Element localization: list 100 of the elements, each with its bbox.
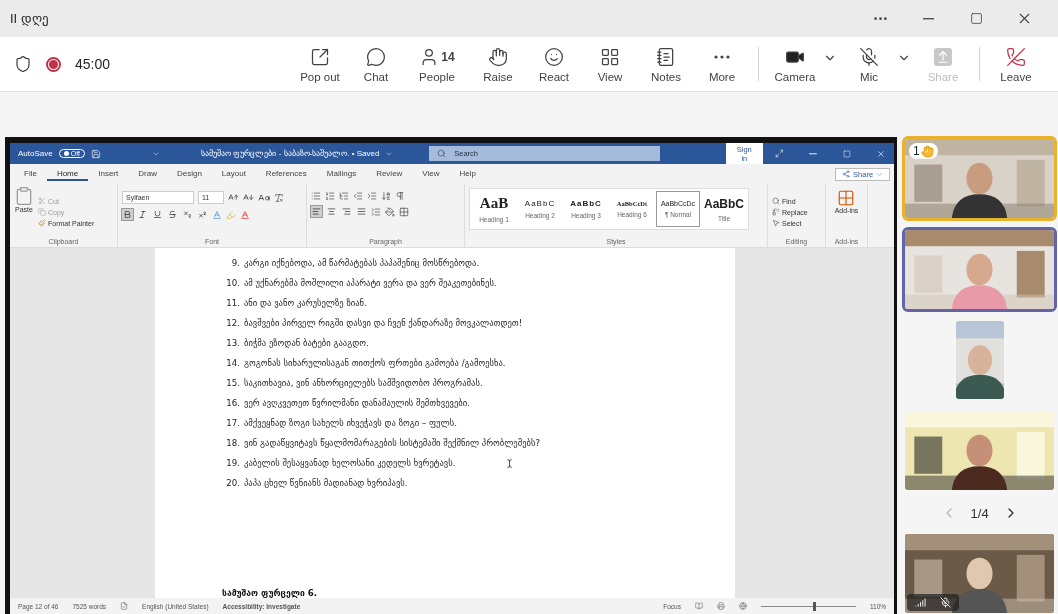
ribbon-tab[interactable]: Design bbox=[166, 167, 212, 181]
list-number: 19. bbox=[225, 458, 240, 468]
read-mode-icon bbox=[694, 602, 703, 610]
list-number: 12. bbox=[225, 318, 240, 328]
popout-button[interactable]: Pop out bbox=[292, 45, 348, 83]
share-icon bbox=[934, 47, 952, 66]
ribbon-tab[interactable]: Home bbox=[46, 167, 89, 181]
clear-formatting-icon bbox=[274, 192, 284, 203]
list-number: 18. bbox=[225, 438, 240, 448]
italic-button[interactable] bbox=[137, 209, 148, 220]
pop-out-icon bbox=[310, 46, 330, 67]
text-effects-icon bbox=[212, 209, 222, 220]
mic-off-icon bbox=[940, 597, 952, 608]
ribbon-tab[interactable]: View bbox=[412, 167, 450, 181]
font-color-icon bbox=[240, 209, 250, 220]
print-layout-icon bbox=[716, 602, 725, 610]
people-button[interactable]: 14 People bbox=[404, 45, 470, 83]
align-center-button[interactable] bbox=[326, 206, 337, 217]
list-number: 15. bbox=[225, 378, 240, 388]
list-number: 13. bbox=[225, 338, 240, 348]
smiley-icon bbox=[544, 46, 564, 67]
proofing-icon bbox=[120, 602, 129, 610]
view-button[interactable]: View bbox=[582, 45, 638, 83]
list-number: 16. bbox=[225, 398, 240, 408]
zoom-thumb[interactable] bbox=[813, 601, 817, 611]
chat-button[interactable]: Chat bbox=[348, 45, 404, 83]
grow-font-icon bbox=[228, 192, 239, 203]
sort-icon bbox=[381, 191, 391, 201]
multilevel-list-icon bbox=[339, 191, 349, 201]
ribbon-tab[interactable]: Insert bbox=[88, 167, 129, 181]
increase-indent-icon bbox=[367, 191, 377, 201]
align-left-button[interactable] bbox=[311, 206, 322, 217]
borders-icon bbox=[399, 206, 409, 217]
notes-icon bbox=[656, 46, 676, 67]
maximize-icon bbox=[842, 149, 851, 158]
sentence: გოგონას სიხარულისაგან თითქოს ფრთები გამოება /გამოესხა. bbox=[244, 358, 506, 368]
grid-icon bbox=[600, 46, 620, 67]
align-justify-button[interactable] bbox=[356, 206, 367, 217]
list-number: 17. bbox=[225, 418, 240, 428]
meeting-timer: 45:00 bbox=[75, 56, 111, 72]
hand-count: 1 bbox=[913, 144, 920, 158]
list-number: 11. bbox=[225, 298, 240, 308]
hand-icon bbox=[920, 144, 934, 158]
bold-icon bbox=[123, 210, 132, 219]
align-right-icon bbox=[342, 207, 351, 216]
sentence: ამქვეყნად ზოგი სახელს იხვეჭავს და ზოგი – ფულს. bbox=[244, 418, 457, 428]
search-icon bbox=[772, 197, 780, 205]
sentence: პაპა ცხელ წვნიანს მადიანად ხვრიპავს. bbox=[244, 478, 408, 488]
strike-icon bbox=[168, 210, 177, 219]
align-right-button[interactable] bbox=[341, 206, 352, 217]
underline-button[interactable] bbox=[152, 209, 163, 220]
ribbon-tab[interactable]: Help bbox=[449, 167, 486, 181]
ribbon-tab[interactable]: File bbox=[14, 167, 47, 181]
save-icon bbox=[90, 148, 101, 159]
pilcrow-icon bbox=[395, 191, 405, 201]
caret-icon bbox=[385, 149, 394, 158]
notes-button[interactable]: Notes bbox=[638, 45, 694, 83]
align-center-icon bbox=[327, 207, 336, 216]
bold-button[interactable] bbox=[122, 209, 133, 220]
react-button[interactable]: React bbox=[526, 45, 582, 83]
copy-icon bbox=[38, 208, 46, 216]
list-number: 14. bbox=[225, 358, 240, 368]
caret-icon bbox=[151, 149, 160, 158]
sentence: ბიჭმა ეზოდან ბატები გააგდო. bbox=[244, 338, 369, 348]
numbering-icon bbox=[325, 191, 335, 201]
superscript-button[interactable] bbox=[197, 209, 208, 220]
superscript-icon bbox=[198, 210, 207, 219]
ribbon-tab[interactable]: Review bbox=[366, 167, 413, 181]
italic-icon bbox=[138, 210, 147, 219]
highlighter-icon bbox=[226, 209, 236, 220]
subscript-button[interactable] bbox=[182, 209, 193, 220]
clipboard-icon bbox=[14, 186, 34, 206]
ribbon-tab[interactable]: Layout bbox=[211, 167, 256, 181]
sentence: ამ უქნარებმა მოშლილი აპარატი ვერა და ვერ შეაკეთებინეს. bbox=[244, 278, 497, 288]
search-icon bbox=[437, 149, 447, 158]
mic-button[interactable]: Mic bbox=[841, 45, 897, 83]
shield-icon bbox=[14, 55, 32, 73]
raise-button[interactable]: Raise bbox=[470, 45, 526, 83]
sentence: ანი და ვანო კარუსელზე ზიან. bbox=[244, 298, 367, 308]
hang-up-icon bbox=[1006, 46, 1026, 67]
list-number: 9. bbox=[230, 258, 240, 268]
paintbrush-icon bbox=[38, 219, 46, 227]
close-icon bbox=[876, 148, 887, 159]
document-title: სამუშაო ფურცლები - საბაზო-საშუალო. • Saved bbox=[201, 149, 380, 158]
underline-icon bbox=[153, 210, 162, 219]
change-case-icon bbox=[258, 191, 270, 204]
maximize-icon bbox=[969, 12, 983, 25]
autosave-label: AutoSave bbox=[18, 149, 53, 158]
ribbon-tab[interactable]: References bbox=[255, 167, 317, 181]
pointer-icon bbox=[772, 219, 780, 227]
align-left-icon bbox=[312, 207, 321, 216]
strike-button[interactable] bbox=[167, 209, 178, 220]
shrink-font-icon bbox=[243, 192, 254, 203]
ribbon-tab[interactable]: Draw bbox=[128, 167, 167, 181]
minimize-icon bbox=[809, 152, 817, 155]
camera-button[interactable]: Camera bbox=[767, 45, 823, 83]
leave-button[interactable]: Leave bbox=[988, 45, 1044, 83]
more-button[interactable]: More bbox=[694, 45, 750, 83]
ribbon-tab[interactable]: Mailings bbox=[316, 167, 367, 181]
video-tile[interactable]: 1 bbox=[902, 136, 1058, 221]
